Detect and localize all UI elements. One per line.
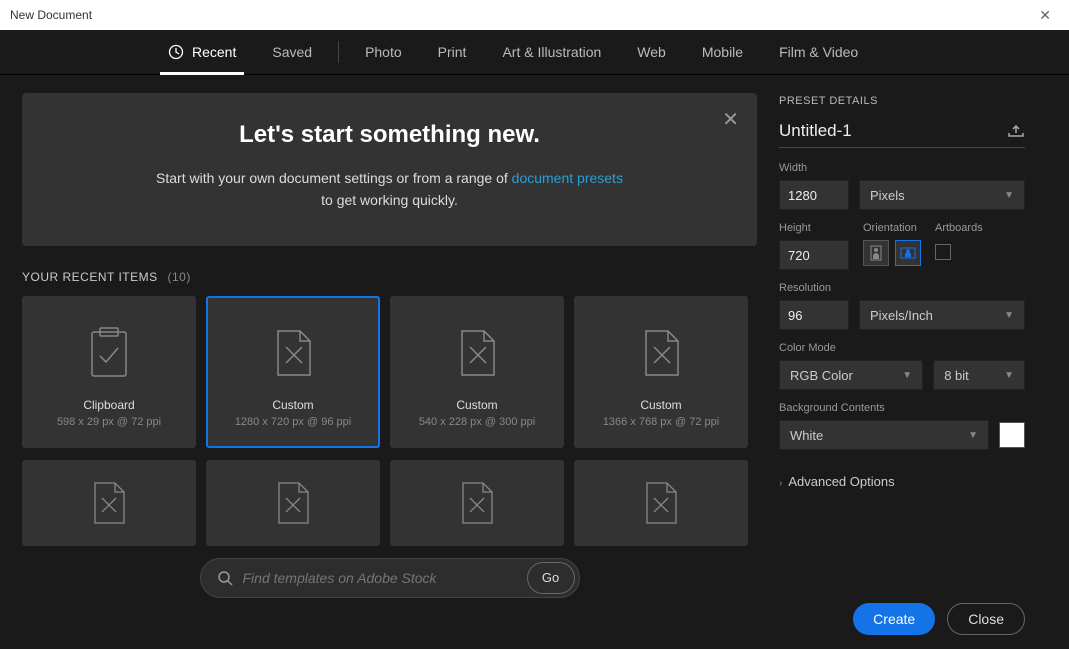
width-label: Width xyxy=(779,162,1025,174)
preset-card-custom[interactable]: Custom 1366 x 768 px @ 72 ppi xyxy=(574,296,748,448)
tab-label: Photo xyxy=(365,44,402,60)
tabs-bar: Recent Saved Photo Print Art & Illustrat… xyxy=(0,30,1069,75)
document-icon xyxy=(640,316,682,388)
chevron-down-icon: ▼ xyxy=(1004,190,1014,201)
tab-label: Art & Illustration xyxy=(502,44,601,60)
card-title: Custom xyxy=(640,398,681,412)
tab-film[interactable]: Film & Video xyxy=(761,30,876,75)
chevron-right-icon: › xyxy=(779,478,782,489)
window-title: New Document xyxy=(10,8,92,22)
card-sub: 1366 x 768 px @ 72 ppi xyxy=(603,416,719,428)
tab-label: Web xyxy=(637,44,666,60)
document-icon xyxy=(458,473,496,533)
tab-label: Film & Video xyxy=(779,44,858,60)
close-icon[interactable]: ✕ xyxy=(1031,7,1059,24)
document-icon xyxy=(274,473,312,533)
preset-card-custom[interactable]: Custom 540 x 228 px @ 300 ppi xyxy=(390,296,564,448)
color-mode-label: Color Mode xyxy=(779,342,1025,354)
tab-saved[interactable]: Saved xyxy=(254,30,330,75)
preset-details-header: PRESET DETAILS xyxy=(779,95,1025,107)
go-button[interactable]: Go xyxy=(527,562,575,594)
height-label: Height xyxy=(779,222,849,234)
resolution-label: Resolution xyxy=(779,282,1025,294)
preset-card[interactable] xyxy=(206,460,380,546)
preset-card[interactable] xyxy=(22,460,196,546)
chevron-down-icon: ▼ xyxy=(902,370,912,381)
upload-icon[interactable] xyxy=(1007,124,1025,138)
tab-print[interactable]: Print xyxy=(420,30,485,75)
background-swatch[interactable] xyxy=(999,422,1025,448)
card-sub: 540 x 228 px @ 300 ppi xyxy=(419,416,535,428)
clipboard-icon xyxy=(86,316,132,388)
tab-label: Recent xyxy=(192,44,236,60)
resolution-input[interactable] xyxy=(779,300,849,330)
advanced-options-toggle[interactable]: ›Advanced Options xyxy=(779,474,1025,489)
preset-card-custom[interactable]: Custom 1280 x 720 px @ 96 ppi xyxy=(206,296,380,448)
height-input[interactable] xyxy=(779,240,849,270)
tab-recent[interactable]: Recent xyxy=(150,30,254,75)
chevron-down-icon: ▼ xyxy=(1004,370,1014,381)
tab-photo[interactable]: Photo xyxy=(347,30,420,75)
card-title: Custom xyxy=(456,398,497,412)
tab-label: Print xyxy=(438,44,467,60)
background-select[interactable]: White▼ xyxy=(779,420,989,450)
tab-art[interactable]: Art & Illustration xyxy=(484,30,619,75)
document-icon xyxy=(90,473,128,533)
hero-panel: ✕ Let's start something new. Start with … xyxy=(22,93,757,246)
chevron-down-icon: ▼ xyxy=(968,430,978,441)
tab-label: Mobile xyxy=(702,44,743,60)
bit-depth-select[interactable]: 8 bit▼ xyxy=(933,360,1025,390)
resolution-unit-select[interactable]: Pixels/Inch▼ xyxy=(859,300,1025,330)
preset-card[interactable] xyxy=(574,460,748,546)
search-input[interactable] xyxy=(243,570,517,586)
color-mode-select[interactable]: RGB Color▼ xyxy=(779,360,923,390)
window-title-bar: New Document ✕ xyxy=(0,0,1069,30)
close-button[interactable]: Close xyxy=(947,603,1025,635)
document-icon xyxy=(272,316,314,388)
separator xyxy=(338,41,339,63)
portrait-button[interactable] xyxy=(863,240,889,266)
tab-label: Saved xyxy=(272,44,312,60)
create-button[interactable]: Create xyxy=(853,603,935,635)
presets-link[interactable]: document presets xyxy=(512,170,623,186)
width-input[interactable] xyxy=(779,180,849,210)
artboards-label: Artboards xyxy=(935,222,983,234)
card-title: Custom xyxy=(272,398,313,412)
search-icon xyxy=(217,570,233,586)
tab-mobile[interactable]: Mobile xyxy=(684,30,761,75)
chevron-down-icon: ▼ xyxy=(1004,310,1014,321)
orientation-label: Orientation xyxy=(863,222,921,234)
section-header: YOUR RECENT ITEMS (10) xyxy=(22,270,757,284)
background-label: Background Contents xyxy=(779,402,1025,414)
artboards-checkbox[interactable] xyxy=(935,244,951,260)
card-title: Clipboard xyxy=(83,398,134,412)
tab-web[interactable]: Web xyxy=(619,30,684,75)
document-icon xyxy=(456,316,498,388)
preset-card[interactable] xyxy=(390,460,564,546)
hero-close-icon[interactable]: ✕ xyxy=(722,107,739,132)
card-sub: 598 x 29 px @ 72 ppi xyxy=(57,416,161,428)
document-icon xyxy=(642,473,680,533)
hero-subtitle: Start with your own document settings or… xyxy=(42,167,737,212)
card-sub: 1280 x 720 px @ 96 ppi xyxy=(235,416,351,428)
unit-select[interactable]: Pixels▼ xyxy=(859,180,1025,210)
hero-title: Let's start something new. xyxy=(42,121,737,149)
search-box: Go xyxy=(200,558,580,598)
document-name[interactable]: Untitled-1 xyxy=(779,121,852,141)
clock-icon xyxy=(168,44,184,60)
preset-card-clipboard[interactable]: Clipboard 598 x 29 px @ 72 ppi xyxy=(22,296,196,448)
landscape-button[interactable] xyxy=(895,240,921,266)
